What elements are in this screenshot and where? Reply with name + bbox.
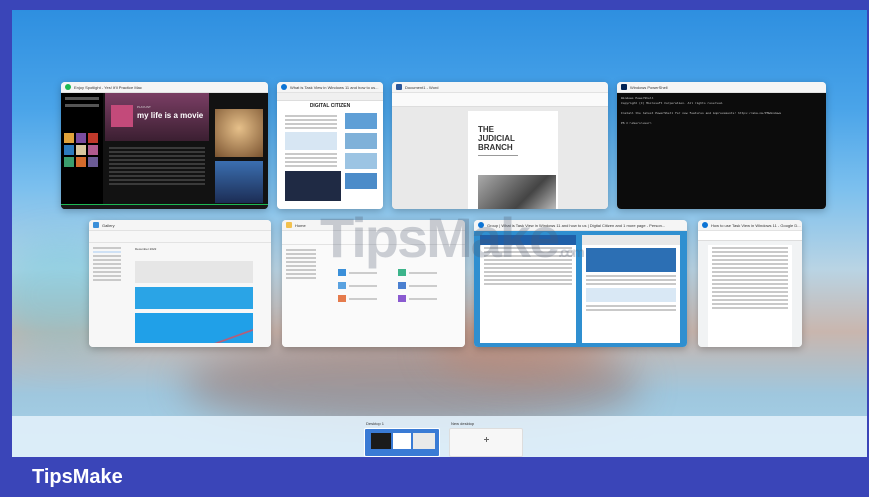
docs-page <box>708 245 792 347</box>
terminal-output[interactable]: Windows PowerShell Copyright (C) Microso… <box>617 93 826 209</box>
powershell-icon <box>621 84 627 90</box>
window-titlebar: Gallery <box>89 220 271 231</box>
album-title: my life is a movie <box>137 111 204 120</box>
window-content: DIGITAL CITIZEN <box>277 93 383 209</box>
folder-icon <box>286 222 292 228</box>
desktop-label: Desktop 1 <box>366 421 385 426</box>
artist-image <box>215 109 263 157</box>
gallery-photo[interactable] <box>135 287 253 309</box>
explorer-nav <box>282 247 320 281</box>
gallery-photo[interactable] <box>135 261 253 283</box>
gallery-section: December 2022 <box>135 247 157 251</box>
folder-icon <box>398 295 406 302</box>
window-spotify[interactable]: Enjoy Spotlight - Yes! It'll Practice Ma… <box>61 82 268 209</box>
artist-image <box>215 161 263 203</box>
folder-icon <box>398 269 406 276</box>
folder-icon <box>338 295 346 302</box>
edge-icon <box>281 84 287 90</box>
spotify-sidebar <box>61 93 103 209</box>
gallery-nav <box>89 245 125 347</box>
window-title: How to use Task View in Windows 11 - Goo… <box>711 222 801 228</box>
document-page: THE JUDICIAL BRANCH <box>468 111 558 209</box>
window-content: December 2022 <box>89 231 271 347</box>
playlist-label: PLAYLIST <box>137 105 151 109</box>
brand-bar <box>0 457 869 497</box>
window-edge[interactable]: What is Task View in Windows 11 and how … <box>277 82 383 209</box>
window-content <box>698 231 802 347</box>
article-image <box>285 171 341 201</box>
watermark: TipsMake.com <box>320 206 585 269</box>
edge-icon <box>702 222 708 228</box>
word-icon <box>396 84 402 90</box>
gallery-icon <box>93 222 99 228</box>
window-titlebar: How to use Task View in Windows 11 - Goo… <box>698 220 802 231</box>
window-titlebar: Enjoy Spotlight - Yes! It'll Practice Ma… <box>61 82 268 93</box>
snapped-pane <box>582 235 680 343</box>
window-titlebar: What is Task View in Windows 11 and how … <box>277 82 383 93</box>
window-title: What is Task View in Windows 11 and how … <box>290 84 379 90</box>
window-titlebar: Windows PowerShell <box>617 82 826 93</box>
player-bar[interactable] <box>61 204 268 209</box>
window-content: PLAYLIST my life is a movie <box>61 93 268 209</box>
folder-icon <box>338 269 346 276</box>
window-word[interactable]: Document1 - Word THE JUDICIAL BRANCH <box>392 82 608 209</box>
window-gallery[interactable]: Gallery December 2022 <box>89 220 271 347</box>
article-text <box>281 113 341 169</box>
folder-icon <box>398 282 406 289</box>
desktop-label: New desktop <box>451 421 475 426</box>
document-image <box>478 175 556 209</box>
window-docs[interactable]: How to use Task View in Windows 11 - Goo… <box>698 220 802 347</box>
plus-icon <box>486 437 487 442</box>
window-titlebar: Document1 - Word <box>392 82 608 93</box>
new-desktop-button[interactable] <box>449 428 523 457</box>
folder-icon <box>338 282 346 289</box>
window-title: Enjoy Spotlight - Yes! It'll Practice Ma… <box>74 84 142 90</box>
gallery-photo[interactable] <box>135 313 253 343</box>
library-grid <box>64 133 98 167</box>
document-title: THE JUDICIAL BRANCH <box>478 125 515 152</box>
brand-logo: TipsMake <box>32 466 123 488</box>
spotify-icon <box>65 84 71 90</box>
window-title: Document1 - Word <box>405 84 439 90</box>
window-title: Windows PowerShell <box>630 84 668 90</box>
site-logo: DIGITAL CITIZEN <box>309 103 351 109</box>
window-powershell[interactable]: Windows PowerShell Windows PowerShell Co… <box>617 82 826 209</box>
window-title: Home <box>295 222 306 228</box>
window-content: THE JUDICIAL BRANCH <box>392 93 608 209</box>
desktop-thumbnail-1[interactable] <box>364 428 440 457</box>
article-sidebar <box>345 113 377 189</box>
album-cover <box>111 105 133 127</box>
window-title: Gallery <box>102 222 115 228</box>
track-list <box>105 145 209 187</box>
ribbon[interactable] <box>392 93 608 107</box>
folder-grid <box>338 269 458 302</box>
playlist-header: PLAYLIST my life is a movie <box>105 93 209 141</box>
